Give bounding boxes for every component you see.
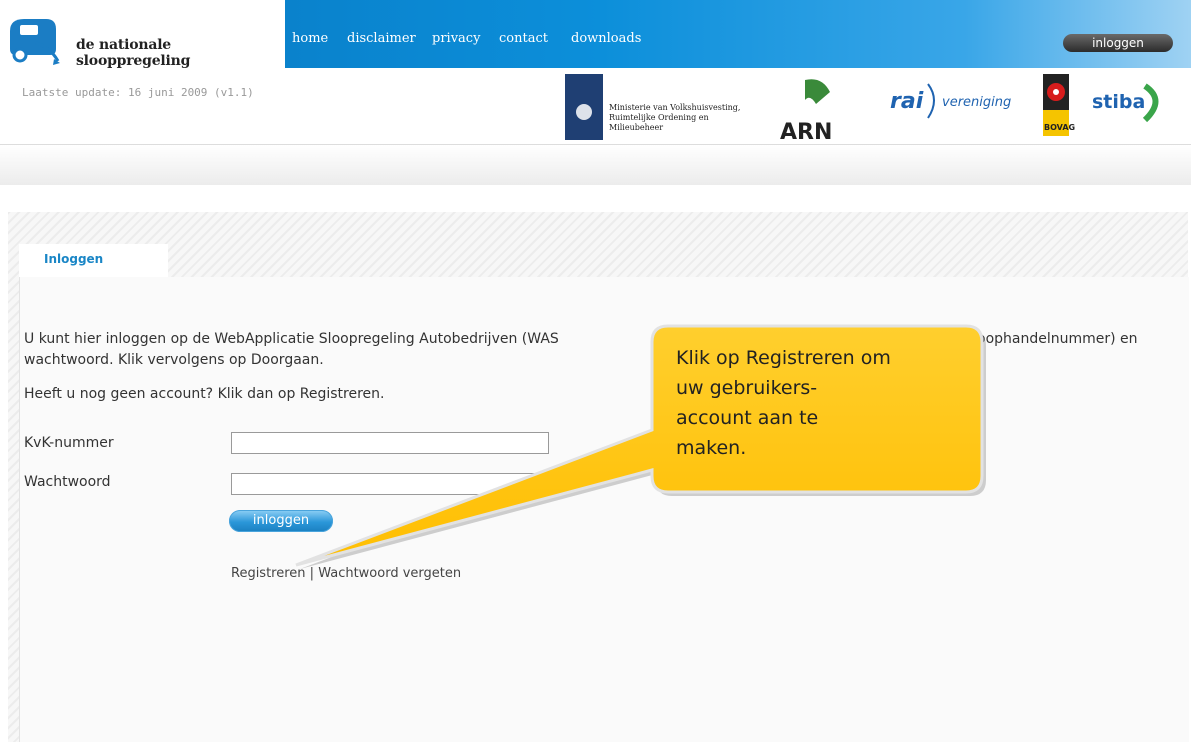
callout-line-4: maken. xyxy=(676,437,747,459)
callout-line-1: Klik op Registreren om xyxy=(676,347,891,369)
callout-line-3: account aan te xyxy=(676,407,819,429)
callout-line-2: uw gebruikers- xyxy=(676,377,818,399)
callout-bubble xyxy=(295,324,986,569)
callout-text: Klik op Registreren om uw gebruikers- ac… xyxy=(676,343,956,463)
